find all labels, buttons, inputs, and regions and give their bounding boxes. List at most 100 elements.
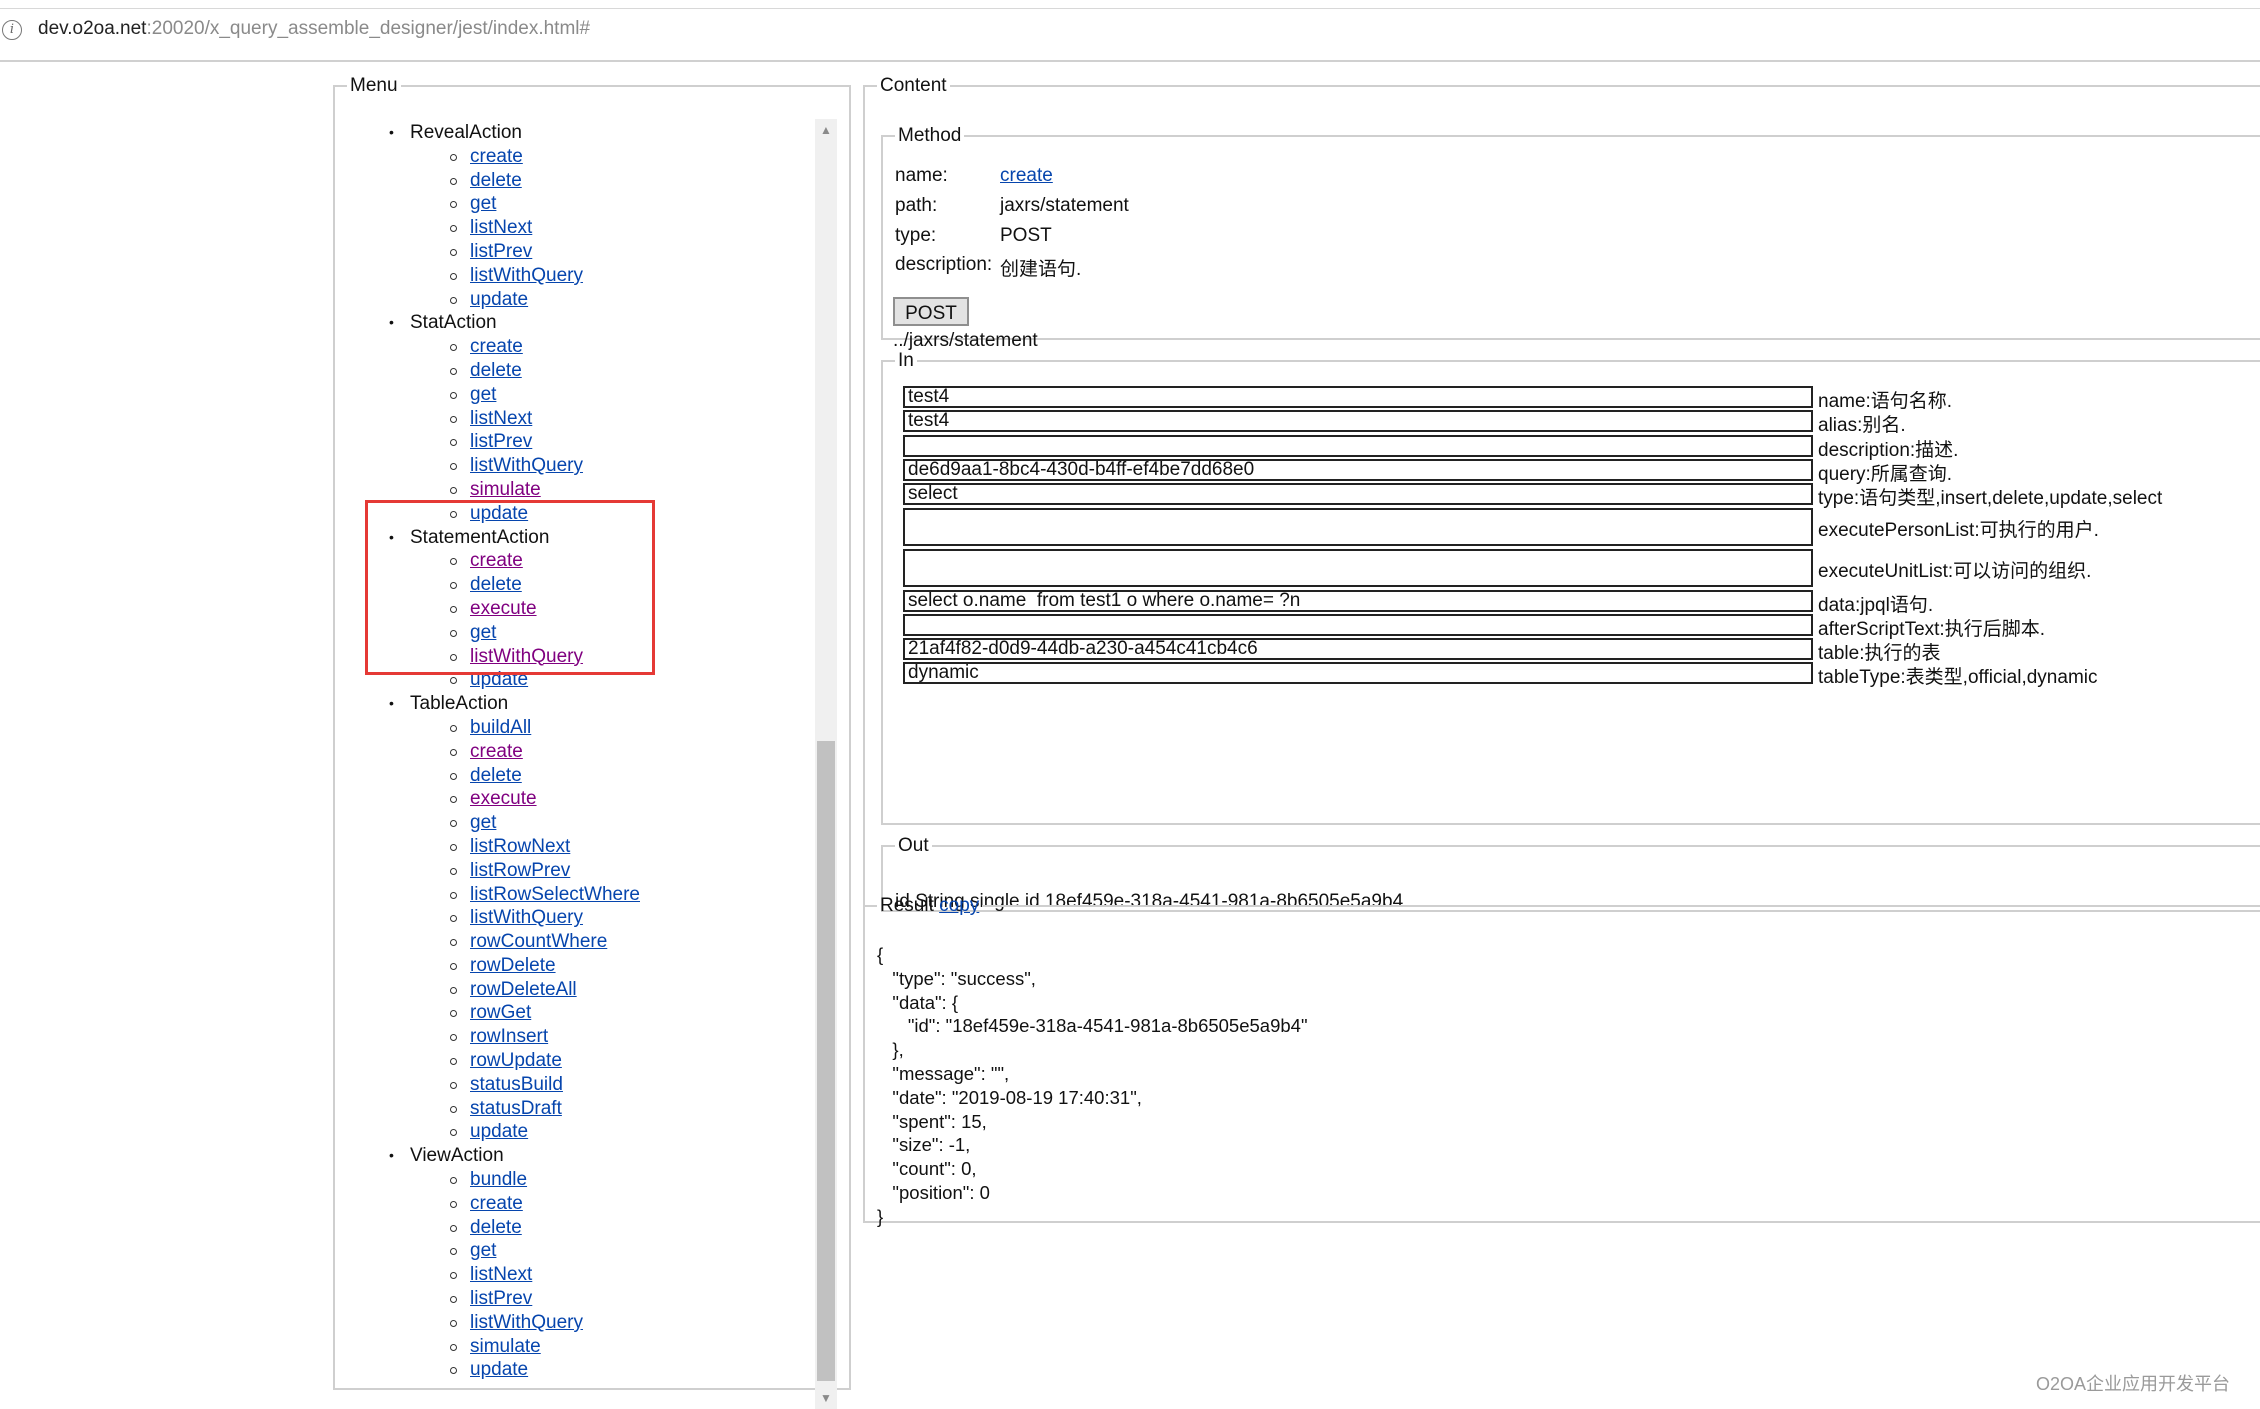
- menu-link-tableaction-create[interactable]: create: [470, 741, 523, 762]
- menu-item: listWithQuery: [410, 264, 640, 288]
- in-label-afterscripttext: afterScriptText:执行后脚本.: [1818, 619, 2045, 640]
- method-name-link[interactable]: create: [1000, 165, 1053, 186]
- out-legend: Out: [898, 835, 929, 856]
- menu-link-viewaction-listprev[interactable]: listPrev: [470, 1288, 532, 1309]
- menu-link-tableaction-listrowselectwhere[interactable]: listRowSelectWhere: [470, 884, 640, 905]
- copy-link[interactable]: copy: [939, 895, 979, 916]
- menu-link-tableaction-get[interactable]: get: [470, 812, 496, 833]
- menu-item: listRowSelectWhere: [410, 883, 640, 907]
- menu-link-revealaction-create[interactable]: create: [470, 146, 523, 167]
- menu-link-revealaction-delete[interactable]: delete: [470, 170, 522, 191]
- menu-link-revealaction-listprev[interactable]: listPrev: [470, 241, 532, 262]
- menu-group-list: RevealActioncreatedeletegetlistNextlistP…: [335, 121, 640, 1382]
- menu-link-revealaction-get[interactable]: get: [470, 193, 496, 214]
- menu-group-tableaction: TableActionbuildAll create deleteexecute ge…: [335, 692, 640, 1144]
- menu-item: create: [410, 1192, 640, 1216]
- in-input-query[interactable]: de6d9aa1-8bc4-430d-b4ff-ef4be7dd68e0: [903, 459, 1813, 481]
- menu-link-revealaction-listnext[interactable]: listNext: [470, 217, 532, 238]
- menu-item: listWithQuery: [410, 906, 640, 930]
- menu-item: listPrev: [410, 240, 640, 264]
- menu-link-tableaction-rowupdate[interactable]: rowUpdate: [470, 1050, 562, 1071]
- menu-link-stataction-listnext[interactable]: listNext: [470, 408, 532, 429]
- in-input-table[interactable]: 21af4f82-d0d9-44db-a230-a454c41cb4c6: [903, 638, 1813, 660]
- in-input-description[interactable]: [903, 435, 1813, 457]
- menu-link-tableaction-rowget[interactable]: rowGet: [470, 1002, 531, 1023]
- menu-item: create: [410, 740, 640, 764]
- menu-link-viewaction-listwithquery[interactable]: listWithQuery: [470, 1312, 583, 1333]
- menu-link-viewaction-get[interactable]: get: [470, 1240, 496, 1261]
- menu-link-tableaction-rowinsert[interactable]: rowInsert: [470, 1026, 548, 1047]
- menu-link-tableaction-rowcountwhere[interactable]: rowCountWhere: [470, 931, 607, 952]
- menu-item: rowUpdate: [410, 1049, 640, 1073]
- scroll-up-icon[interactable]: ▲: [815, 119, 837, 141]
- menu-link-viewaction-listnext[interactable]: listNext: [470, 1264, 532, 1285]
- menu-link-tableaction-statusdraft[interactable]: statusDraft: [470, 1098, 562, 1119]
- in-input-alias[interactable]: test4: [903, 410, 1813, 432]
- menu-link-stataction-listprev[interactable]: listPrev: [470, 431, 532, 452]
- menu-link-viewaction-simulate[interactable]: simulate: [470, 1336, 541, 1357]
- in-label-query: query:所属查询.: [1818, 464, 1953, 485]
- in-input-tabletype[interactable]: dynamic: [903, 662, 1813, 684]
- menu-item: rowDeleteAll: [410, 978, 640, 1002]
- menu-link-tableaction-rowdelete[interactable]: rowDelete: [470, 955, 556, 976]
- menu-link-tableaction-listrownext[interactable]: listRowNext: [470, 836, 570, 857]
- menu-item: simulate: [410, 478, 640, 502]
- menu-link-revealaction-update[interactable]: update: [470, 289, 528, 310]
- method-path-value: jaxrs/statement: [1000, 195, 1129, 216]
- menu-item: delete: [410, 764, 640, 788]
- in-input-executeunitlist[interactable]: [903, 549, 1813, 587]
- menu-scroll-area[interactable]: RevealActioncreatedeletegetlistNextlistP…: [335, 109, 835, 1409]
- menu-link-stataction-simulate[interactable]: simulate: [470, 479, 541, 500]
- menu-link-tableaction-listrowprev[interactable]: listRowPrev: [470, 860, 570, 881]
- in-label-name: name:语句名称.: [1818, 391, 1953, 412]
- in-input-type[interactable]: select: [903, 483, 1813, 505]
- in-panel: In test4 name:语句名称. test4 alias:别名. descript…: [881, 350, 2260, 825]
- site-info-icon[interactable]: i: [2, 20, 22, 40]
- in-label-executeunitlist: executeUnitList:可以访问的组织.: [1818, 561, 2092, 582]
- method-url: ../jaxrs/statement: [893, 330, 1038, 351]
- menu-group-title: ViewAction: [410, 1145, 504, 1167]
- in-label-alias: alias:别名.: [1818, 415, 1906, 436]
- in-input-afterscripttext[interactable]: [903, 614, 1813, 636]
- menu-link-tableaction-statusbuild[interactable]: statusBuild: [470, 1074, 563, 1095]
- menu-link-tableaction-delete[interactable]: delete: [470, 765, 522, 786]
- menu-link-stataction-delete[interactable]: delete: [470, 360, 522, 381]
- method-panel: Method name: create path: jaxrs/statemen…: [881, 125, 2260, 351]
- method-type-label: type:: [895, 225, 937, 246]
- watermark: O2OA企业应用开发平台: [2036, 1374, 2231, 1394]
- menu-item-list: buildAll create delete execute get listRowNex…: [410, 716, 640, 1144]
- menu-link-viewaction-create[interactable]: create: [470, 1193, 523, 1214]
- in-input-data[interactable]: select o.name from test1 o where o.name=…: [903, 590, 1813, 612]
- menu-link-tableaction-buildall[interactable]: buildAll: [470, 717, 531, 738]
- result-json[interactable]: { "type": "success", "data": { "id": "18…: [877, 943, 1308, 1229]
- menu-item: buildAll: [410, 716, 640, 740]
- url-field[interactable]: dev.o2oa.net:20020/x_query_assemble_desi…: [38, 18, 590, 40]
- result-legend: Result: [880, 895, 934, 916]
- menu-link-revealaction-listwithquery[interactable]: listWithQuery: [470, 265, 583, 286]
- menu-link-viewaction-update[interactable]: update: [470, 1359, 528, 1380]
- menu-link-stataction-create[interactable]: create: [470, 336, 523, 357]
- menu-link-stataction-listwithquery[interactable]: listWithQuery: [470, 455, 583, 476]
- content-legend: Content: [880, 75, 947, 96]
- menu-item: bundle: [410, 1168, 640, 1192]
- scrollbar-thumb[interactable]: [817, 741, 835, 1381]
- menu-link-tableaction-rowdeleteall[interactable]: rowDeleteAll: [470, 979, 577, 1000]
- address-bar: i dev.o2oa.net:20020/x_query_assemble_de…: [0, 0, 2260, 62]
- post-button[interactable]: POST: [893, 297, 969, 326]
- menu-link-viewaction-delete[interactable]: delete: [470, 1217, 522, 1238]
- url-path: :20020/x_query_assemble_designer/jest/in…: [146, 18, 591, 39]
- menu-scrollbar[interactable]: ▲ ▼: [815, 119, 837, 1409]
- menu-item: listNext: [410, 216, 640, 240]
- result-panel: Result copy { "type": "success", "data":…: [863, 895, 2260, 1227]
- menu-link-viewaction-bundle[interactable]: bundle: [470, 1169, 527, 1190]
- in-input-name[interactable]: test4: [903, 386, 1813, 408]
- menu-link-tableaction-listwithquery[interactable]: listWithQuery: [470, 907, 583, 928]
- method-name-label: name:: [895, 165, 948, 186]
- menu-item: listRowNext: [410, 835, 640, 859]
- menu-link-tableaction-execute[interactable]: execute: [470, 788, 537, 809]
- menu-link-stataction-get[interactable]: get: [470, 384, 496, 405]
- in-input-executepersonlist[interactable]: [903, 508, 1813, 546]
- in-label-type: type:语句类型,insert,delete,update,select: [1818, 488, 2163, 509]
- menu-link-tableaction-update[interactable]: update: [470, 1121, 528, 1142]
- scroll-down-icon[interactable]: ▼: [815, 1387, 837, 1409]
